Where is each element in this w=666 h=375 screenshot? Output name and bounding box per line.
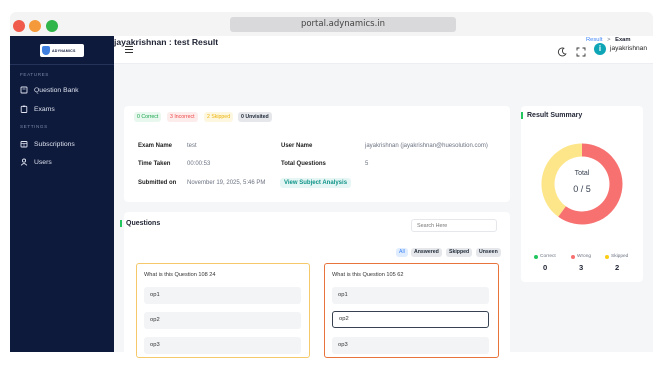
user-name-value: jayakrishnan (jayakrishnan@huesolution.c…: [365, 143, 488, 149]
legend-wrong-value: 3: [579, 263, 584, 272]
option-op2[interactable]: op2: [144, 312, 301, 329]
calendar-icon: [20, 140, 28, 148]
question-text: What is this Question 108 24: [144, 272, 216, 278]
sidebar-section-features: FEATURES: [20, 72, 49, 77]
question-card-wrong[interactable]: What is this Question 105 62 op1 op2 op3: [324, 263, 499, 358]
total-questions-value: 5: [365, 161, 369, 167]
book-icon: [20, 86, 28, 94]
logo-mark-icon: [42, 46, 50, 55]
view-subject-analysis-button[interactable]: View Subject Analysis: [280, 178, 352, 188]
close-window-button[interactable]: [13, 20, 25, 32]
clipboard-icon: [20, 105, 28, 113]
breadcrumb: Result > Exam: [586, 37, 631, 43]
search-input[interactable]: [411, 219, 497, 232]
option-op3[interactable]: op3: [332, 337, 489, 354]
donut-center-label: Total: [574, 170, 590, 177]
time-taken-label: Time Taken: [138, 161, 171, 167]
option-op3[interactable]: op3: [144, 337, 301, 354]
question-text: What is this Question 105 62: [332, 272, 404, 278]
breadcrumb-current: Exam: [615, 37, 631, 43]
legend-label: Correct: [540, 254, 556, 259]
page-title: jayakrishnan : test Result: [114, 37, 219, 47]
sidebar-item-users[interactable]: Users: [20, 156, 52, 168]
submitted-on-value: November 19, 2025, 5:46 PM: [187, 180, 266, 186]
screen: portal.adynamics.in ADYNAMICS FEATURES Q…: [0, 0, 666, 375]
submitted-on-label: Submitted on: [138, 180, 177, 186]
result-summary-title: Result Summary: [521, 112, 582, 119]
breadcrumb-result-link[interactable]: Result: [586, 37, 602, 43]
sidebar-item-label: Users: [34, 158, 52, 166]
questions-title: Questions: [120, 220, 160, 227]
sidebar-item-subscriptions[interactable]: Subscriptions: [20, 138, 75, 150]
legend-skipped-value: 2: [615, 263, 620, 272]
legend-correct-value: 0: [543, 263, 548, 272]
exam-name-value: test: [187, 143, 197, 149]
filter-all-button[interactable]: All: [396, 248, 408, 257]
sidebar-item-question-bank[interactable]: Question Bank: [20, 84, 79, 96]
incorrect-badge: 3 Incorrect: [167, 112, 198, 122]
question-card-skipped[interactable]: What is this Question 108 24 op1 op2 op3: [136, 263, 310, 358]
sidebar-item-label: Subscriptions: [34, 140, 75, 148]
filter-skipped-button[interactable]: Skipped: [446, 248, 473, 257]
user-avatar[interactable]: i: [594, 43, 606, 55]
legend-dot: [534, 254, 538, 259]
maximize-window-button[interactable]: [46, 20, 58, 32]
fullscreen-icon[interactable]: [576, 44, 586, 62]
donut-center-value: 0 / 5: [573, 184, 591, 194]
user-name-label: User Name: [281, 143, 313, 149]
sidebar-section-settings: SETTINGS: [20, 124, 48, 129]
total-questions-label: Total Questions: [281, 161, 326, 167]
dark-mode-toggle-icon[interactable]: [557, 44, 567, 62]
browser-titlebar: portal.adynamics.in: [10, 12, 653, 36]
minimize-window-button[interactable]: [29, 20, 41, 32]
filter-answered-button[interactable]: Answered: [411, 248, 442, 257]
unvisited-badge: 0 Unvisited: [238, 112, 272, 122]
sidebar-item-exams[interactable]: Exams: [20, 103, 55, 115]
filter-unseen-button[interactable]: Unseen: [476, 248, 501, 257]
option-op2-selected[interactable]: op2: [332, 311, 489, 328]
exam-name-label: Exam Name: [138, 143, 173, 149]
sidebar: ADYNAMICS FEATURES Question Bank Exams S…: [10, 36, 114, 352]
legend-skipped: Skipped: [605, 254, 628, 259]
legend-wrong: Wrong: [571, 254, 591, 259]
brand-logo[interactable]: ADYNAMICS: [40, 44, 84, 57]
option-op1[interactable]: op1: [144, 287, 301, 304]
legend-dot: [571, 254, 575, 259]
donut-slice-skipped: [541, 143, 583, 217]
legend-label: Wrong: [577, 254, 592, 259]
skipped-badge: 2 Skipped: [204, 112, 234, 122]
logo-text: ADYNAMICS: [52, 48, 76, 53]
legend-dot: [605, 254, 609, 259]
breadcrumb-separator: >: [607, 37, 611, 43]
address-bar[interactable]: portal.adynamics.in: [230, 17, 456, 32]
header-user-name[interactable]: jayakrishnan: [610, 45, 647, 52]
time-taken-value: 00:00:53: [187, 161, 211, 167]
legend-correct: Correct: [534, 254, 556, 259]
menu-toggle-icon[interactable]: [125, 46, 133, 55]
sidebar-divider: [10, 64, 114, 65]
legend-label: Skipped: [611, 254, 629, 259]
correct-badge: 0 Correct: [134, 112, 162, 122]
user-icon: [20, 158, 28, 166]
sidebar-item-label: Exams: [34, 105, 55, 113]
option-op1[interactable]: op1: [332, 287, 489, 304]
sidebar-item-label: Question Bank: [34, 86, 79, 94]
